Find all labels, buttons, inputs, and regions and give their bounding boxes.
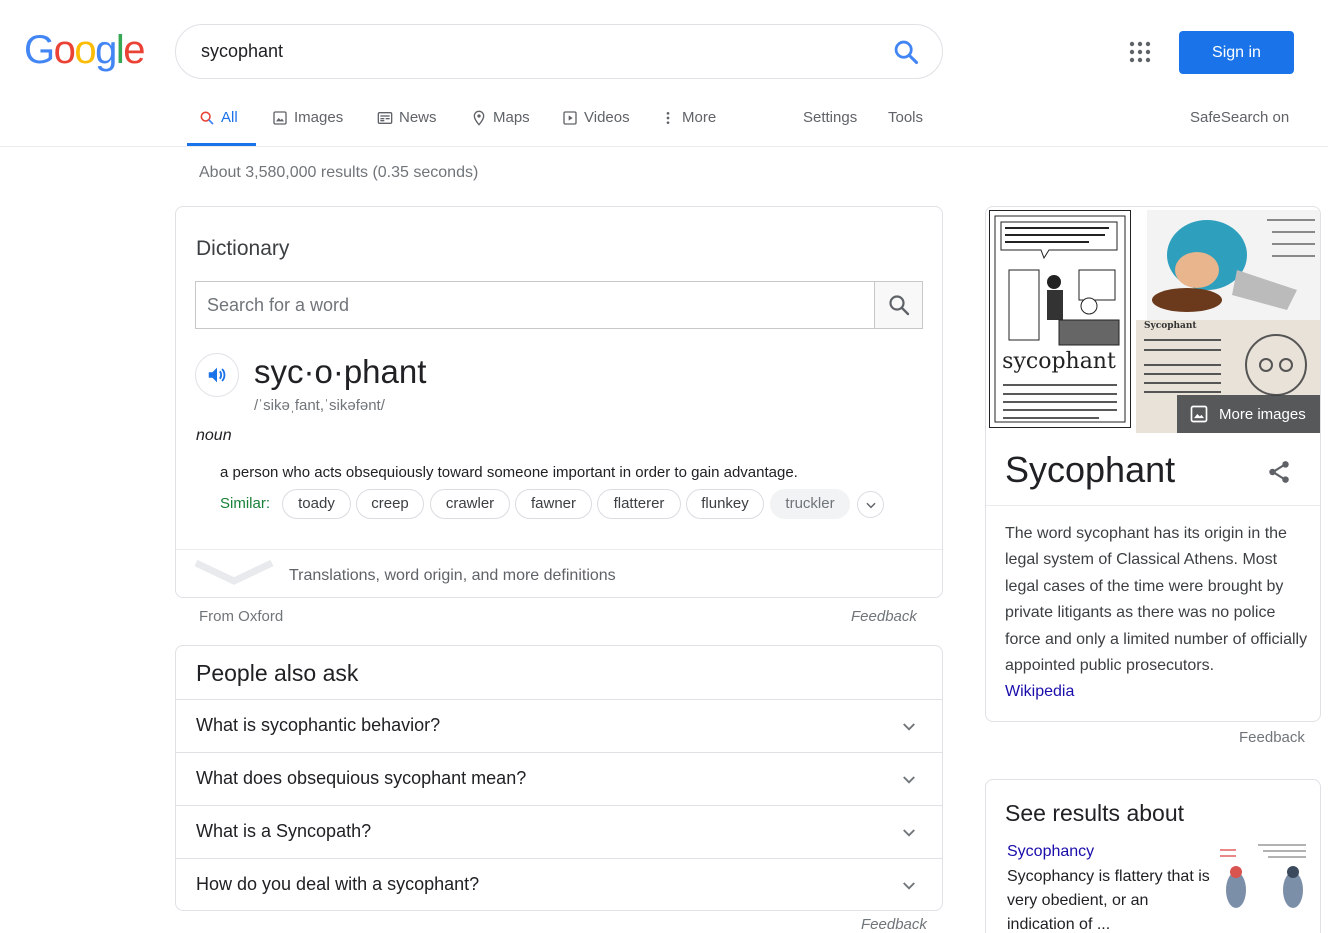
similar-chip[interactable]: crawler	[430, 489, 510, 519]
pronunciation-button[interactable]	[195, 353, 239, 397]
search-icon[interactable]	[892, 38, 920, 66]
similar-chip[interactable]: flatterer	[597, 489, 681, 519]
part-of-speech: noun	[196, 427, 232, 444]
knowledge-panel-title: Sycophant	[1005, 449, 1176, 490]
tab-news[interactable]: News	[377, 109, 437, 126]
tab-tools[interactable]: Tools	[888, 109, 923, 126]
chevron-down-icon	[865, 502, 876, 508]
result-stats: About 3,580,000 results (0.35 seconds)	[199, 164, 479, 181]
sign-in-button[interactable]: Sign in	[1179, 31, 1294, 74]
headword: syc·o·phant	[254, 353, 427, 390]
feedback-link[interactable]: Feedback	[1239, 729, 1305, 746]
tab-all[interactable]: All	[199, 109, 238, 126]
tab-tools-label: Tools	[888, 109, 924, 126]
search-input[interactable]: sycophant	[201, 41, 283, 62]
tab-all-label: All	[221, 109, 238, 126]
tab-more-label: More	[682, 109, 717, 126]
divider	[986, 505, 1320, 506]
more-similar-button[interactable]	[857, 491, 884, 518]
tab-images[interactable]: Images	[272, 109, 343, 126]
see-results-about: See results about Sycophancy Sycophancy …	[985, 779, 1321, 933]
safesearch-status[interactable]: SafeSearch on	[1190, 109, 1289, 126]
cartoon-image[interactable]	[1147, 210, 1321, 320]
tab-images-label: Images	[294, 109, 344, 126]
paa-question[interactable]: What is a Syncopath?	[176, 805, 942, 858]
dictionary-search-button[interactable]	[874, 282, 922, 328]
paa-question[interactable]: How do you deal with a sycophant?	[176, 858, 942, 911]
tab-settings[interactable]: Settings	[803, 109, 857, 126]
active-tab-indicator	[187, 143, 256, 146]
speaker-icon	[208, 367, 226, 383]
paa-question[interactable]: What does obsequious sycophant mean?	[176, 752, 942, 805]
map-pin-icon	[473, 110, 485, 126]
divider	[176, 549, 942, 550]
chevron-down-icon	[903, 882, 915, 890]
more-images-button[interactable]: More images	[1177, 395, 1320, 433]
tab-videos-label: Videos	[584, 109, 630, 126]
share-icon[interactable]	[1266, 459, 1292, 485]
search-tabs: All Images News Maps Videos More Setting…	[0, 98, 1328, 147]
sycophancy-thumbnail[interactable]	[1218, 840, 1308, 925]
paa-question-text: How do you deal with a sycophant?	[196, 874, 480, 894]
search-icon	[200, 111, 214, 125]
similar-chip[interactable]: creep	[356, 489, 424, 519]
logo-letter-g2: g	[95, 28, 117, 72]
logo-letter-e: e	[123, 28, 145, 72]
paa-question[interactable]: What is sycophantic behavior?	[176, 699, 942, 752]
tab-more[interactable]: More	[660, 109, 716, 126]
paa-question-text: What is sycophantic behavior?	[196, 715, 441, 735]
tab-videos[interactable]: Videos	[562, 109, 630, 126]
sycophancy-link[interactable]: Sycophancy	[1007, 843, 1094, 861]
more-images-label: More images	[1219, 405, 1306, 423]
definition-image-caption: Sycophant	[1144, 321, 1197, 331]
dictionary-search[interactable]: Search for a word	[195, 281, 923, 329]
sycophancy-snippet: Sycophancy is flattery that is very obed…	[1007, 868, 1210, 933]
similar-chip[interactable]: truckler	[770, 489, 850, 519]
tab-settings-label: Settings	[803, 109, 858, 126]
apps-grid-icon[interactable]	[1128, 40, 1152, 64]
knowledge-panel: sycophant Sycophant More images Sycophan…	[985, 206, 1321, 722]
paa-question-text: What does obsequious sycophant mean?	[196, 768, 527, 788]
logo-letter-g1: G	[24, 28, 55, 72]
search-icon	[888, 295, 909, 316]
google-logo[interactable]: Google	[24, 28, 145, 72]
dictionary-search-input[interactable]: Search for a word	[207, 295, 349, 316]
people-also-ask: People also ask What is sycophantic beha…	[175, 645, 943, 911]
tab-maps-label: Maps	[493, 109, 530, 126]
see-results-title: See results about	[1005, 800, 1185, 826]
logo-letter-o2: o	[74, 28, 96, 72]
comic-image[interactable]: sycophant	[989, 210, 1131, 428]
feedback-link[interactable]: Feedback	[861, 916, 927, 933]
tab-news-label: News	[399, 109, 437, 126]
paa-title: People also ask	[196, 660, 359, 686]
chevron-down-icon	[903, 829, 915, 837]
feedback-link[interactable]: Feedback	[851, 608, 917, 625]
logo-letter-o1: o	[53, 28, 76, 72]
knowledge-panel-description: The word sycophant has its origin in the…	[1005, 521, 1310, 706]
more-definitions-link[interactable]: Translations, word origin, and more defi…	[289, 567, 616, 585]
wikipedia-link[interactable]: Wikipedia	[1005, 683, 1074, 700]
news-icon	[377, 111, 393, 124]
definition: a person who acts obsequiously toward so…	[220, 464, 798, 481]
description-text: The word sycophant has its origin in the…	[1005, 525, 1308, 675]
tab-maps[interactable]: Maps	[471, 109, 530, 126]
dictionary-card: Dictionary Search for a word syc·o·phant…	[175, 206, 943, 598]
dictionary-source: From Oxford	[199, 608, 284, 625]
phonetic: /ˈsikəˌfant,ˈsikəfənt/	[254, 397, 385, 414]
image-icon	[1190, 405, 1208, 423]
comic-caption: sycophant	[1002, 349, 1116, 374]
search-box[interactable]: sycophant	[175, 24, 943, 79]
chevron-down-icon	[903, 723, 915, 731]
similar-chip[interactable]: flunkey	[686, 489, 764, 519]
similar-chip[interactable]: fawner	[515, 489, 592, 519]
paa-question-text: What is a Syncopath?	[196, 821, 372, 841]
similar-chip[interactable]: toady	[282, 489, 351, 519]
image-icon	[273, 110, 287, 125]
video-icon	[563, 110, 577, 125]
similar-label: Similar:	[220, 495, 271, 512]
dictionary-title: Dictionary	[196, 237, 290, 260]
more-vert-icon	[666, 111, 670, 124]
chevron-down-icon	[903, 776, 915, 784]
chevron-down-icon[interactable]	[194, 559, 274, 589]
